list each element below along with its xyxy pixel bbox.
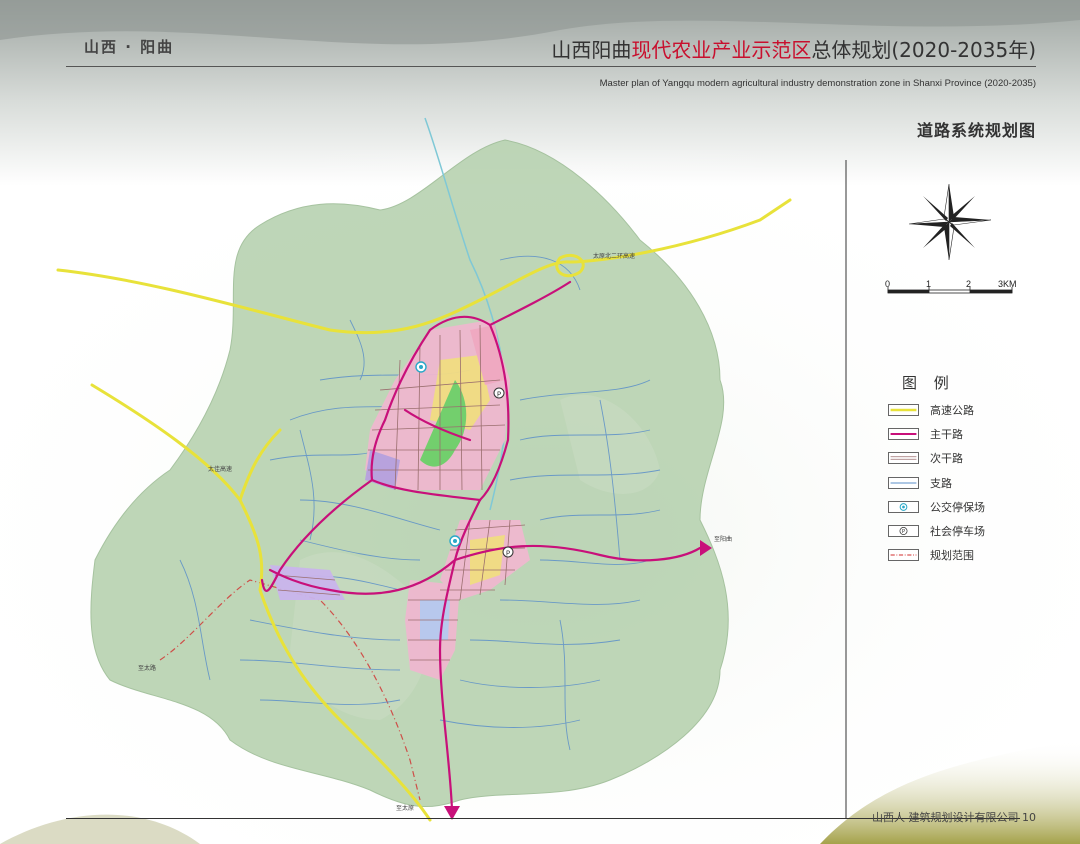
parking-marker-north: P <box>493 387 505 399</box>
label-road-ring: 太原北二环高速 <box>593 252 635 260</box>
expressway-swatch <box>888 404 919 416</box>
scale-label-2: 2 <box>966 279 972 289</box>
bus-depot-marker-south <box>449 535 461 547</box>
scale-bar <box>887 287 1013 294</box>
parking-icon: P <box>888 524 919 537</box>
boundary-swatch <box>888 549 919 562</box>
bus-depot-marker-north <box>415 361 427 373</box>
compass-rose-icon <box>908 183 992 261</box>
legend-label: 支路 <box>930 476 952 490</box>
legend-label: 次干路 <box>930 452 963 466</box>
legend-label: 规划范围 <box>930 549 974 563</box>
page-number: 10 <box>1022 811 1036 824</box>
svg-text:P: P <box>506 550 510 558</box>
legend-label: 社会停车场 <box>930 524 985 538</box>
road-system-map: P P 太原北二环高速 太佳高速 至阳曲 至太路 至太原 <box>56 117 1013 822</box>
label-dest-east: 至阳曲 <box>714 535 732 543</box>
legend-label: 公交停保场 <box>930 500 985 514</box>
scale-label-3: 3KM <box>998 279 1017 289</box>
label-dest-southwest: 至太路 <box>138 664 156 672</box>
scale-label-1: 1 <box>926 279 932 289</box>
label-dest-south: 至太原 <box>396 804 414 812</box>
legend-label: 高速公路 <box>930 404 974 417</box>
branch-swatch <box>888 476 919 489</box>
svg-text:P: P <box>497 391 501 399</box>
scale-label-0: 0 <box>885 279 891 289</box>
label-road-west: 太佳高速 <box>208 465 232 473</box>
arterial-swatch <box>888 428 919 441</box>
footer: 山西人 建筑规划设计有限公司 10 <box>872 809 1036 825</box>
secondary-swatch <box>888 452 919 465</box>
bus-depot-icon <box>888 500 919 513</box>
legend-title: 图 例 <box>902 374 955 392</box>
parking-marker-south: P <box>502 546 514 558</box>
legend-label: 主干路 <box>930 428 963 442</box>
footer-company: 山西人 建筑规划设计有限公司 <box>872 811 1019 824</box>
